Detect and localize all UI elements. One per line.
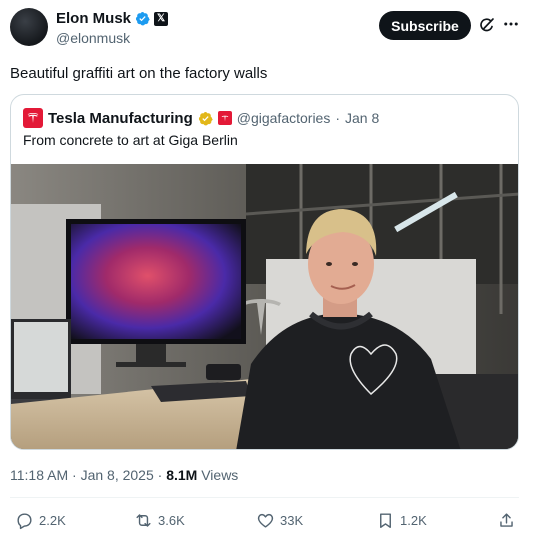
quote-avatar[interactable]	[23, 108, 43, 128]
tweet-text: Beautiful graffiti art on the factory wa…	[10, 65, 268, 82]
reply-count: 2.2K	[39, 513, 66, 528]
quote-header: Tesla Manufacturing @gigafactories · Jan…	[23, 108, 379, 128]
tweet-date[interactable]: Jan 8, 2025	[81, 467, 154, 483]
quote-separator: ·	[335, 110, 341, 126]
office-scene-photo	[11, 164, 518, 449]
grok-icon[interactable]	[478, 16, 496, 34]
bookmark-button[interactable]: 1.2K	[376, 511, 427, 530]
subscribe-button[interactable]: Subscribe	[379, 11, 471, 40]
x-affiliate-icon: 𝕏	[154, 11, 169, 26]
divider	[10, 497, 519, 498]
views-count: 8.1M	[166, 467, 198, 483]
quote-author-name[interactable]: Tesla Manufacturing	[48, 110, 193, 127]
like-button[interactable]: 33K	[256, 511, 303, 530]
repost-count: 3.6K	[158, 513, 185, 528]
views-label: Views	[201, 467, 239, 483]
tesla-affiliate-icon	[217, 111, 232, 125]
more-options-icon[interactable]	[502, 15, 520, 33]
tweet-time[interactable]: 11:18 AM	[10, 467, 68, 483]
quote-media-image[interactable]	[11, 164, 518, 449]
author-handle[interactable]: @elonmusk	[56, 30, 130, 46]
reply-button[interactable]: 2.2K	[15, 511, 66, 530]
bookmark-icon	[380, 513, 391, 528]
meta-separator: ·	[157, 467, 163, 483]
author-avatar[interactable]	[10, 8, 48, 46]
quote-date[interactable]: Jan 8	[345, 110, 379, 126]
repost-icon	[136, 514, 151, 527]
meta-separator: ·	[72, 467, 77, 483]
share-button[interactable]	[497, 511, 516, 530]
heart-icon	[257, 513, 274, 528]
tweet-meta: 11:18 AM · Jan 8, 2025 · 8.1M Views	[10, 467, 238, 483]
quote-author-handle[interactable]: @gigafactories	[237, 110, 331, 126]
verified-badge-icon	[135, 11, 150, 26]
repost-button[interactable]: 3.6K	[134, 511, 185, 530]
bookmark-count: 1.2K	[400, 513, 427, 528]
gold-verified-badge-icon	[198, 111, 213, 125]
share-icon	[500, 513, 513, 527]
quote-text: From concrete to art at Giga Berlin	[23, 132, 238, 148]
like-count: 33K	[280, 513, 304, 528]
author-name-row: Elon Musk 𝕏	[56, 10, 169, 27]
reply-icon	[17, 513, 32, 530]
author-name[interactable]: Elon Musk	[56, 10, 131, 27]
quoted-tweet-card[interactable]: Tesla Manufacturing @gigafactories · Jan…	[10, 94, 519, 450]
tesla-logo-icon	[27, 113, 39, 123]
